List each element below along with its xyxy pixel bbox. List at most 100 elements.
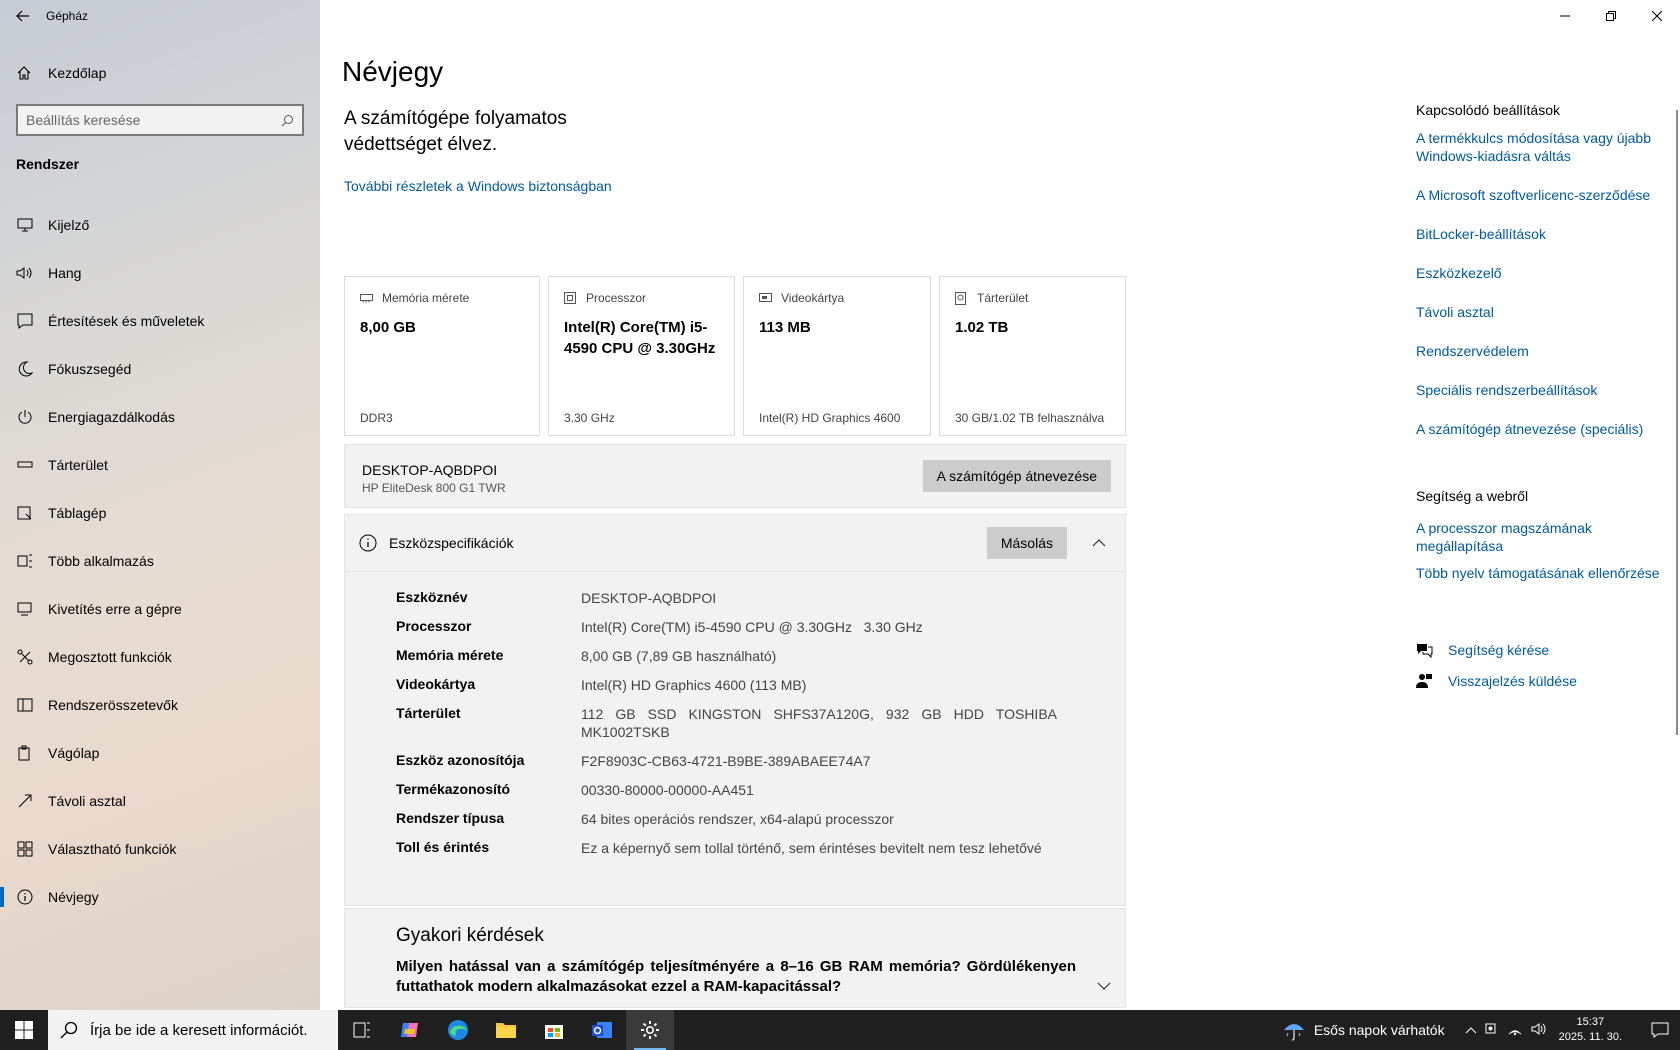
- scrollbar[interactable]: [1676, 110, 1678, 735]
- device-specs-title: Eszközspecifikációk: [389, 535, 514, 551]
- volume-icon[interactable]: [1531, 1022, 1547, 1039]
- edge-app[interactable]: [434, 1010, 482, 1050]
- clock-date: 2025. 11. 30.: [1558, 1031, 1622, 1043]
- action-center-button[interactable]: [1640, 1022, 1680, 1038]
- disk-icon: [955, 291, 969, 305]
- sidebar-item-storage[interactable]: Tárterület: [0, 441, 320, 489]
- related-link[interactable]: A Microsoft szoftverlicenc-szerződése: [1416, 186, 1666, 204]
- tray-icons: [1465, 1022, 1547, 1039]
- spec-row: Memória mérete 8,00 GB (7,89 GB használha…: [345, 647, 1125, 676]
- faq-title: Gyakori kérdések: [396, 925, 544, 946]
- related-link[interactable]: A számítógép átnevezése (speciális): [1416, 420, 1666, 438]
- settings-search-input[interactable]: Beállítás keresése: [16, 104, 304, 136]
- rename-pc-button[interactable]: A számítógép átnevezése: [922, 460, 1111, 492]
- spec-key: Toll és érintés: [396, 839, 490, 855]
- chevron-up-icon[interactable]: [1465, 1023, 1477, 1037]
- start-button[interactable]: [0, 1010, 48, 1050]
- card-header: Tárterület: [977, 291, 1029, 305]
- sidebar-item-remote-desktop[interactable]: Távoli asztal: [0, 777, 320, 825]
- back-button[interactable]: [0, 0, 46, 32]
- sidebar-item-tablet[interactable]: Táblagép: [0, 489, 320, 537]
- sidebar-home[interactable]: Kezdőlap: [0, 56, 320, 90]
- outlook-app[interactable]: [578, 1010, 626, 1050]
- settings-app[interactable]: [626, 1010, 674, 1050]
- sidebar-item-clipboard[interactable]: Vágólap: [0, 729, 320, 777]
- spec-row: Toll és érintés Ez a képernyő sem tollal …: [345, 839, 1125, 868]
- send-feedback-link[interactable]: Visszajelzés küldése: [1416, 665, 1577, 696]
- chevron-up-icon[interactable]: [1089, 539, 1109, 547]
- device-name-panel: DESKTOP-AQBDPOI HP EliteDesk 800 G1 TWR …: [344, 444, 1126, 508]
- sidebar-item-label: Hang: [48, 265, 82, 281]
- taskbar-search-box[interactable]: Írja be ide a keresett információt.: [48, 1010, 338, 1050]
- file-explorer-app[interactable]: [482, 1010, 530, 1050]
- copilot-app[interactable]: [386, 1010, 434, 1050]
- gear-icon: [641, 1021, 659, 1039]
- spec-key: Tárterület: [396, 705, 461, 721]
- store-app[interactable]: [530, 1010, 578, 1050]
- weather-widget[interactable]: Esős napok várhatók: [1282, 1019, 1445, 1041]
- chat-help-icon: [1416, 642, 1434, 658]
- sidebar-item-optional-features[interactable]: Választható funkciók: [0, 825, 320, 873]
- sidebar-item-sound[interactable]: Hang: [0, 249, 320, 297]
- get-help-label: Segítség kérése: [1448, 641, 1550, 658]
- copilot-icon: [401, 1023, 418, 1037]
- card-value: 8,00 GB: [360, 319, 416, 336]
- spec-value: F2F8903C-CB63-4721-B9BE-389ABAEE74A7: [581, 753, 871, 769]
- get-help-link[interactable]: Segítség kérése: [1416, 634, 1577, 665]
- cpu-icon: [564, 292, 578, 304]
- search-icon: [60, 1021, 78, 1039]
- related-link[interactable]: Rendszervédelem: [1416, 342, 1666, 360]
- sidebar-item-system-components[interactable]: Rendszerösszetevők: [0, 681, 320, 729]
- sidebar-item-notifications[interactable]: Értesítések és műveletek: [0, 297, 320, 345]
- security-details-link[interactable]: További részletek a Windows biztonságban: [344, 178, 612, 194]
- related-link[interactable]: A termékkulcs módosítása vagy újabb Wind…: [1416, 129, 1666, 165]
- taskbar-search-placeholder: Írja be ide a keresett információt.: [90, 1021, 308, 1039]
- help-link[interactable]: Több nyelv támogatásának ellenőrzése: [1416, 564, 1666, 582]
- sidebar-item-label: Kivetítés erre a gépre: [48, 601, 182, 617]
- sidebar-item-projecting[interactable]: Kivetítés erre a gépre: [0, 585, 320, 633]
- sidebar-item-label: Fókuszsegéd: [48, 361, 132, 377]
- sidebar-item-label: Rendszerösszetevők: [48, 697, 178, 713]
- spec-key: Rendszer típusa: [396, 810, 505, 826]
- meet-now-icon[interactable]: [1485, 1022, 1499, 1039]
- close-button[interactable]: [1634, 0, 1680, 32]
- related-link[interactable]: Eszközkezelő: [1416, 264, 1666, 282]
- related-link[interactable]: Távoli asztal: [1416, 303, 1666, 321]
- sidebar-item-power[interactable]: Energiagazdálkodás: [0, 393, 320, 441]
- spec-key: Eszköznév: [396, 589, 468, 605]
- memory-card: Memória mérete 8,00 GB DDR3: [344, 276, 540, 436]
- processor-card: Processzor Intel(R) Core(TM) i5-4590 CPU…: [548, 276, 735, 436]
- monitor-icon: [16, 216, 34, 234]
- sidebar-item-focus-assist[interactable]: Fókuszsegéd: [0, 345, 320, 393]
- protection-status: A számítógépe folyamatos védettséget élv…: [344, 108, 567, 155]
- clock[interactable]: 15:37 2025. 11. 30.: [1559, 1015, 1622, 1045]
- send-feedback-label: Visszajelzés küldése: [1448, 672, 1577, 689]
- remote-desktop-icon: [16, 792, 34, 810]
- shared-icon: [16, 648, 34, 666]
- system-tray: Esős napok várhatók 15:37 2025. 11. 30.: [1282, 1010, 1680, 1050]
- chevron-down-icon[interactable]: [1097, 977, 1111, 995]
- sidebar-item-shared-experiences[interactable]: Megosztott funkciók: [0, 633, 320, 681]
- feedback-icon: [1416, 673, 1434, 689]
- multitasking-icon: [16, 552, 34, 570]
- sidebar-item-display[interactable]: Kijelző: [0, 201, 320, 249]
- network-icon[interactable]: [1507, 1022, 1523, 1039]
- card-value: 113 MB: [759, 319, 811, 336]
- task-view-button[interactable]: [338, 1010, 386, 1050]
- help-link[interactable]: A processzor magszámának megállapítása: [1416, 519, 1666, 555]
- copy-button[interactable]: Másolás: [986, 527, 1067, 559]
- card-value: Intel(R) Core(TM) i5-4590 CPU @ 3.30GHz: [564, 319, 716, 357]
- spec-value: DESKTOP-AQBDPOI: [581, 590, 717, 606]
- restore-button[interactable]: [1588, 0, 1634, 32]
- related-link[interactable]: BitLocker-beállítások: [1416, 225, 1666, 243]
- memory-icon: [360, 293, 374, 303]
- faq-question[interactable]: Milyen hatással van a számítógép teljesí…: [396, 957, 1076, 997]
- device-specs-header[interactable]: Eszközspecifikációk Másolás: [344, 514, 1126, 572]
- search-placeholder: Beállítás keresése: [26, 112, 141, 128]
- spec-row: Rendszer típusa 64 bites operációs rendsz…: [345, 810, 1125, 839]
- sidebar-item-multitasking[interactable]: Több alkalmazás: [0, 537, 320, 585]
- minimize-button[interactable]: [1542, 0, 1588, 32]
- related-link[interactable]: Speciális rendszerbeállítások: [1416, 381, 1666, 399]
- info-icon: [359, 534, 377, 552]
- sidebar-item-about[interactable]: Névjegy: [0, 873, 320, 921]
